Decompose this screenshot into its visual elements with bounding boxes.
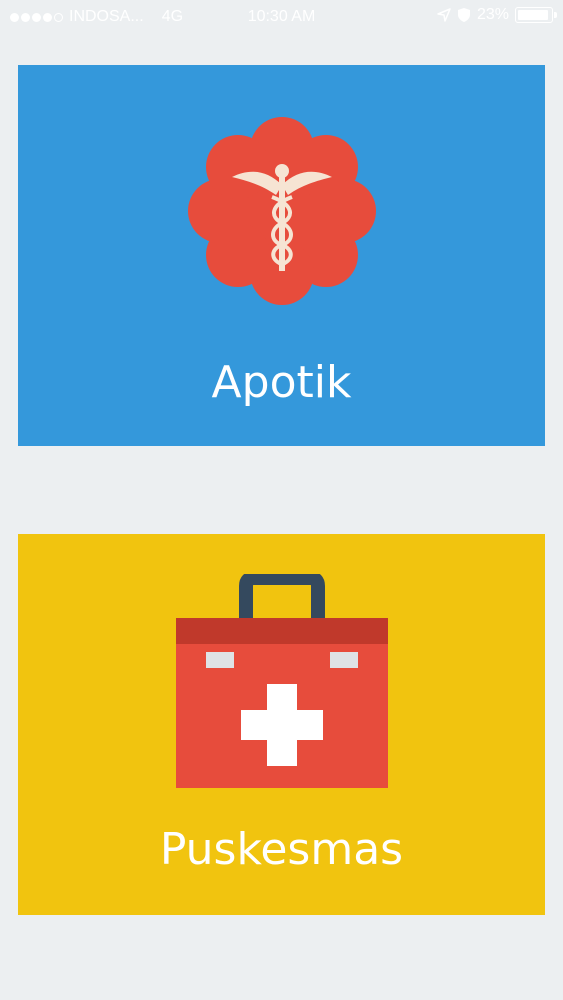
caduceus-flower-icon	[188, 117, 376, 305]
battery-icon	[515, 7, 557, 23]
puskesmas-tile[interactable]: Puskesmas	[18, 534, 545, 915]
puskesmas-label: Puskesmas	[159, 824, 404, 875]
location-arrow-icon	[437, 8, 451, 22]
first-aid-kit-icon	[176, 574, 388, 788]
apotik-tile[interactable]: Apotik	[18, 65, 545, 446]
status-right: 23%	[437, 6, 557, 24]
apotik-label: Apotik	[211, 357, 352, 408]
battery-percent: 23%	[476, 6, 509, 23]
shield-icon	[457, 8, 470, 22]
status-bar: INDOSA... 4G 10:30 AM 23%	[0, 0, 563, 36]
